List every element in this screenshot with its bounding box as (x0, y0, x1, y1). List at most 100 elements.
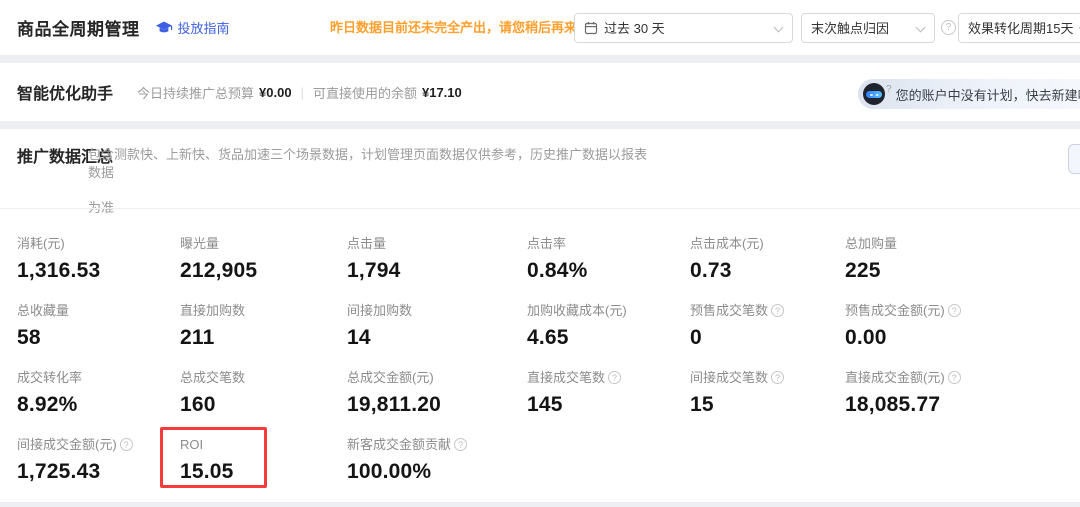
metric-value: 1,794 (347, 259, 527, 283)
help-icon[interactable]: ? (120, 438, 133, 451)
help-icon[interactable]: ? (771, 371, 784, 384)
metric-cell-cpc: 点击成本(元) 0.73 (690, 229, 845, 296)
metric-cell-total-orders: 总成交笔数 160 (180, 363, 347, 430)
summary-description: 包含测款快、上新快、货品加速三个场景数据，计划管理页面数据仅供参考，历史推广数据… (88, 146, 648, 217)
attribution-help-icon[interactable]: ? (941, 20, 956, 35)
metric-value: 14 (347, 326, 527, 350)
metric-cell-empty (527, 430, 690, 497)
metric-label: 曝光量 (180, 236, 219, 251)
guide-link-label: 投放指南 (178, 18, 230, 37)
page-title: 商品全周期管理 (17, 15, 140, 40)
metric-value: 0.84% (527, 259, 690, 283)
metric-value: 1,725.43 (17, 460, 180, 484)
metric-label: 间接成交金额(元) (17, 437, 117, 452)
metric-cell-presale-orders: 预售成交笔数? 0 (690, 296, 845, 363)
metric-value: 4.65 (527, 326, 690, 350)
budget-value: ¥0.00 (259, 85, 292, 100)
metric-label: 预售成交金额(元) (845, 303, 945, 318)
metric-value: 8.92% (17, 393, 180, 417)
balance-label: 可直接使用的余额 (313, 83, 417, 102)
metric-value: 0.73 (690, 259, 845, 283)
metric-label: 消耗(元) (17, 236, 65, 251)
metric-label: 总收藏量 (17, 303, 69, 318)
metric-cell-presale-amount: 预售成交金额(元)? 0.00 (845, 296, 1080, 363)
metric-value: 211 (180, 326, 347, 350)
metric-cell-direct-amount: 直接成交金额(元)? 18,085.77 (845, 363, 1080, 430)
smart-assistant-bar: 智能优化助手 今日持续推广总预算 ¥0.00 | 可直接使用的余额 ¥17.10… (0, 63, 1080, 121)
data-delay-notice: 昨日数据目前还未完全产出，请您稍后再来！ (330, 17, 590, 36)
chevron-down-icon (916, 23, 925, 32)
assistant-tip-text: 您的账户中没有计划，快去新建吧 (896, 85, 1080, 104)
metric-cell-conversion-rate: 成交转化率 8.92% (17, 363, 180, 430)
metric-label: 总成交金额(元) (347, 370, 434, 385)
metric-value: 15 (690, 393, 845, 417)
assistant-title: 智能优化助手 (17, 80, 113, 104)
metric-label: 总成交笔数 (180, 370, 245, 385)
help-icon[interactable]: ? (771, 304, 784, 317)
metric-cell-spend: 消耗(元) 1,316.53 (17, 229, 180, 296)
attribution-select[interactable]: 末次触点归因 (801, 13, 935, 43)
metric-value: 1,316.53 (17, 259, 180, 283)
metric-value: 0.00 (845, 326, 1080, 350)
metric-cell-indirect-orders: 间接成交笔数? 15 (690, 363, 845, 430)
metric-cell-cart-fav-cost: 加购收藏成本(元) 4.65 (527, 296, 690, 363)
metrics-grid: 消耗(元) 1,316.53 曝光量 212,905 点击量 1,794 点击率… (17, 229, 1080, 497)
conversion-cycle-select[interactable]: 效果转化周期15天 (958, 13, 1080, 43)
metric-label: 新客成交金额贡献 (347, 437, 451, 452)
metric-label: 成交转化率 (17, 370, 82, 385)
help-icon[interactable]: ? (948, 304, 961, 317)
metric-label: 点击成本(元) (690, 236, 764, 251)
metric-cell-empty (845, 430, 1080, 497)
metric-label: 点击量 (347, 236, 386, 251)
promotion-summary-card: 推广数据汇总 包含测款快、上新快、货品加速三个场景数据，计划管理页面数据仅供参考… (0, 129, 1080, 502)
separator: | (301, 85, 304, 100)
metric-value: 212,905 (180, 259, 347, 283)
metric-cell-direct-orders: 直接成交笔数? 145 (527, 363, 690, 430)
metric-value: 18,085.77 (845, 393, 1080, 417)
metric-value: 100.00% (347, 460, 527, 484)
metric-label: 直接成交金额(元) (845, 370, 945, 385)
chevron-down-icon (774, 23, 783, 32)
metric-label: 加购收藏成本(元) (527, 303, 627, 318)
help-icon[interactable]: ? (454, 438, 467, 451)
metric-value: 0 (690, 326, 845, 350)
metric-cell-total-carts: 总加购量 225 (845, 229, 1080, 296)
metric-cell-direct-carts: 直接加购数 211 (180, 296, 347, 363)
date-range-select[interactable]: 过去 30 天 (574, 13, 793, 43)
metric-cell-ctr: 点击率 0.84% (527, 229, 690, 296)
metric-label: 点击率 (527, 236, 566, 251)
metric-label: 预售成交笔数 (690, 303, 768, 318)
edge-clipped-button[interactable] (1068, 144, 1080, 174)
metric-cell-total-amount: 总成交金额(元) 19,811.20 (347, 363, 527, 430)
metric-value: 145 (527, 393, 690, 417)
budget-label: 今日持续推广总预算 (137, 83, 254, 102)
help-icon[interactable]: ? (608, 371, 621, 384)
metric-value: 19,811.20 (347, 393, 527, 417)
metric-label: 直接成交笔数 (527, 370, 605, 385)
metric-value: 15.05 (180, 460, 347, 484)
metric-cell-indirect-amount: 间接成交金额(元)? 1,725.43 (17, 430, 180, 497)
assistant-tip-bubble[interactable]: ? 您的账户中没有计划，快去新建吧 (858, 79, 1080, 109)
metric-value: 160 (180, 393, 347, 417)
metric-cell-empty (690, 430, 845, 497)
metric-cell-indirect-carts: 间接加购数 14 (347, 296, 527, 363)
metric-cell-new-customer-share: 新客成交金额贡献? 100.00% (347, 430, 527, 497)
budget-info: 今日持续推广总预算 ¥0.00 | 可直接使用的余额 ¥17.10 (137, 83, 462, 102)
metric-cell-roi: ROI 15.05 (180, 430, 347, 497)
metric-label: 直接加购数 (180, 303, 245, 318)
metric-value: 225 (845, 259, 1080, 283)
balance-value: ¥17.10 (422, 85, 462, 100)
metric-cell-favorites: 总收藏量 58 (17, 296, 180, 363)
guide-link[interactable]: 投放指南 (156, 18, 230, 37)
metric-value: 58 (17, 326, 180, 350)
metric-label: 间接成交笔数 (690, 370, 768, 385)
help-icon[interactable]: ? (948, 371, 961, 384)
attribution-value: 末次触点归因 (811, 18, 889, 37)
graduation-cap-icon (156, 21, 173, 35)
metric-cell-clicks: 点击量 1,794 (347, 229, 527, 296)
metric-label: ROI (180, 437, 203, 452)
calendar-icon (584, 21, 598, 35)
date-range-value: 过去 30 天 (604, 18, 665, 37)
section-divider (0, 208, 1080, 209)
robot-assistant-icon (863, 83, 885, 105)
